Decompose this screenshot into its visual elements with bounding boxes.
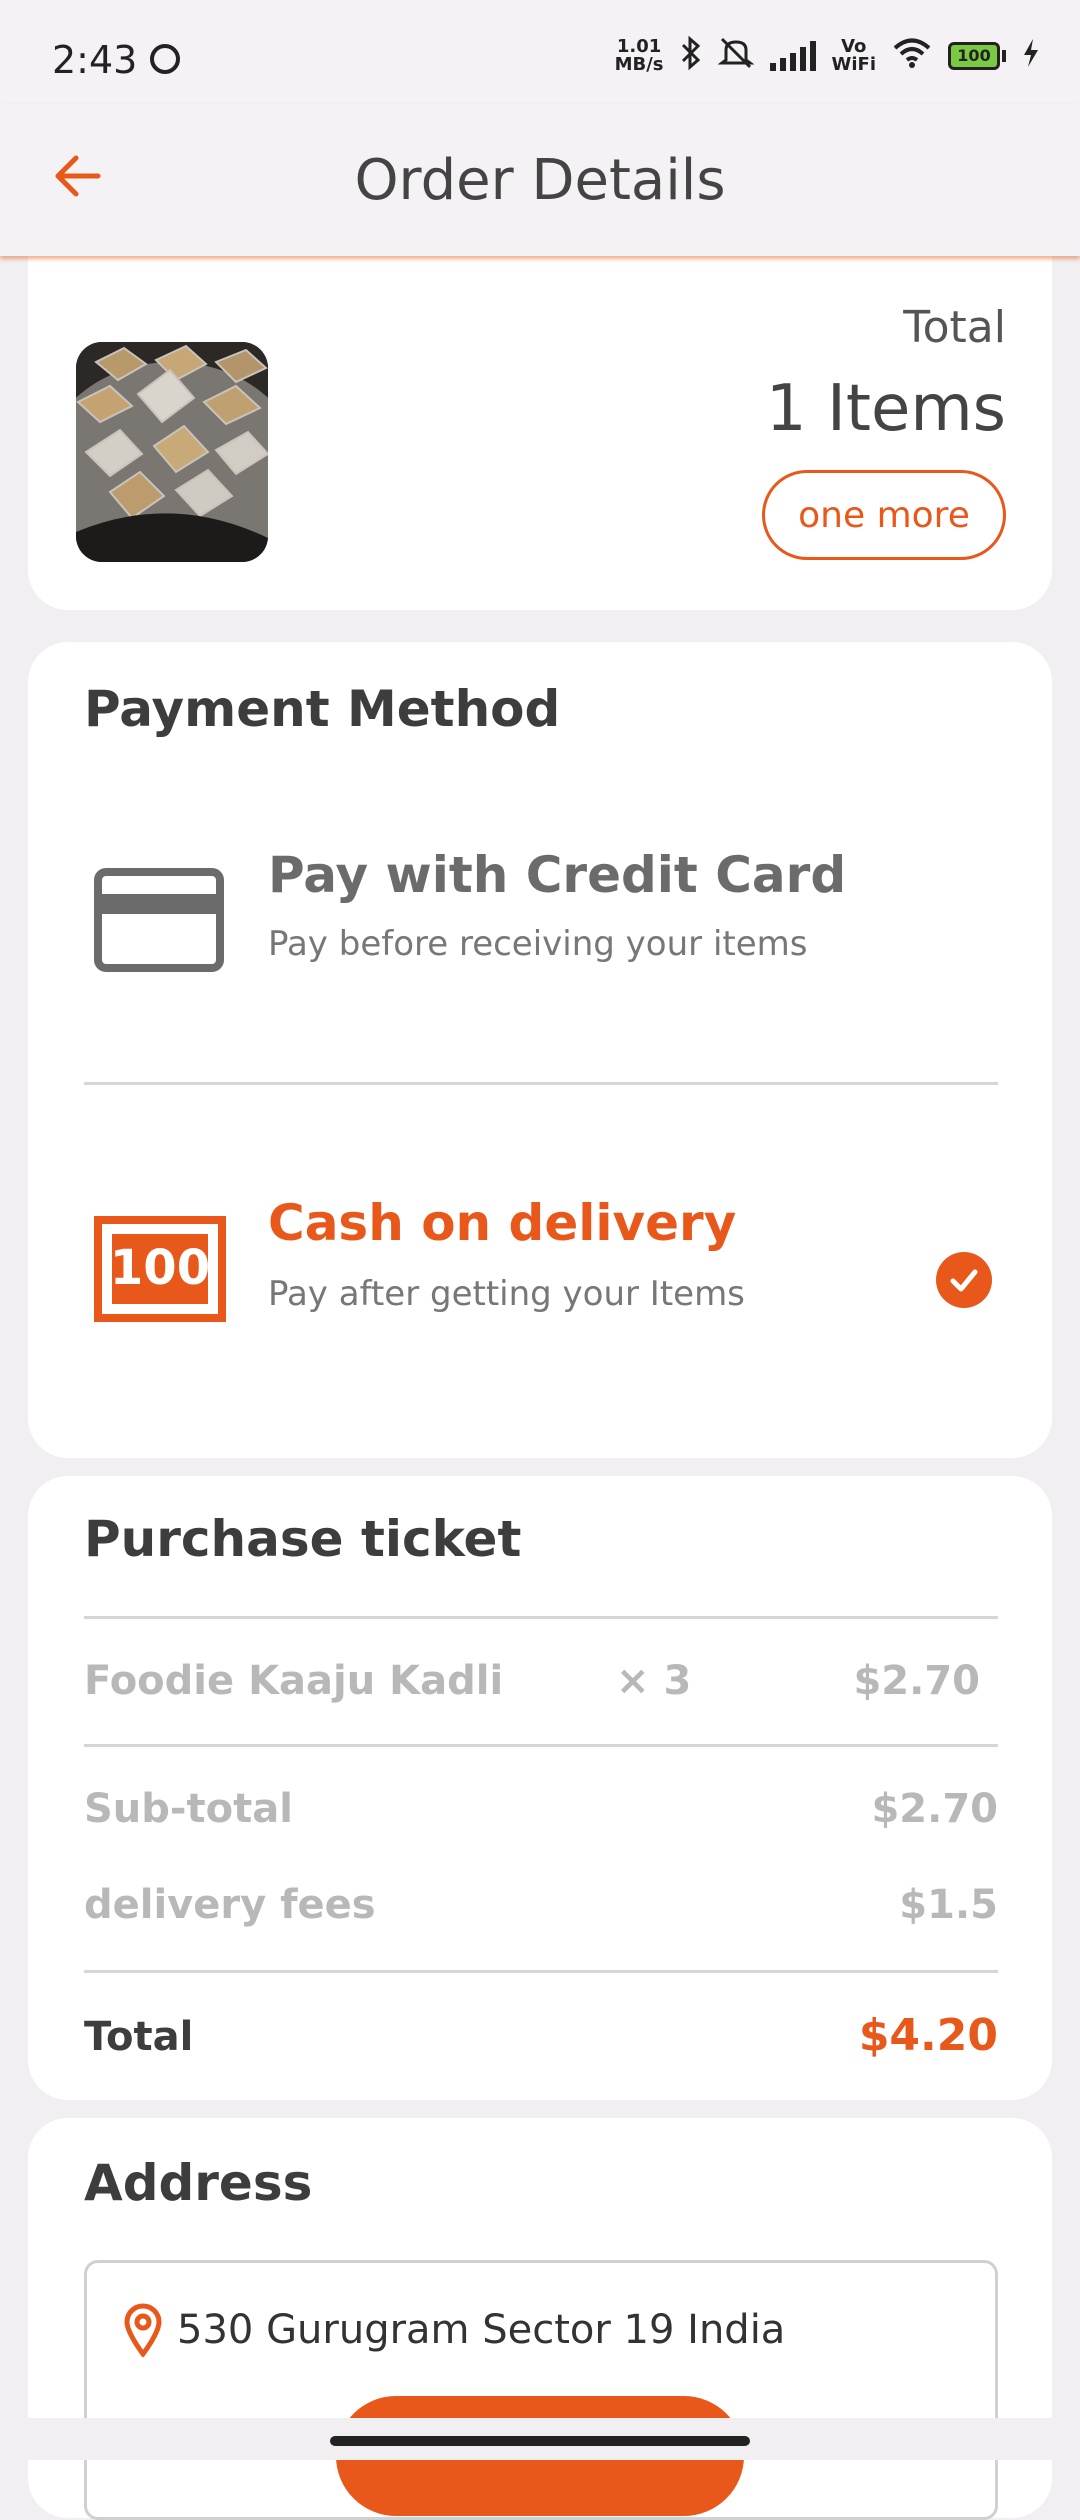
subtotal-value: $2.70 (871, 1786, 998, 1832)
signal-icon (769, 41, 816, 71)
payment-option-subtitle: Pay before receiving your items (268, 924, 808, 964)
battery-level: 100 (948, 42, 1000, 70)
location-pin-icon (123, 2303, 163, 2359)
divider (84, 1616, 998, 1619)
status-time: 2:43 (52, 38, 138, 82)
product-image (76, 342, 268, 562)
ticket-item-qty: × 3 (616, 1658, 692, 1704)
wifi-icon (892, 37, 932, 75)
delivery-fees-value: $1.5 (899, 1882, 998, 1928)
payment-option-cash[interactable]: 100 Cash on delivery Pay after getting y… (28, 1152, 1052, 1352)
ticket-item-name: Foodie Kaaju Kadli (84, 1658, 504, 1704)
items-count: 1 Items (765, 372, 1006, 446)
page-title: Order Details (354, 148, 726, 213)
home-gesture-bar[interactable] (330, 2436, 750, 2446)
delivery-fees-label: delivery fees (84, 1882, 376, 1928)
charging-icon (1022, 38, 1040, 74)
vowifi-bottom: WiFi (831, 54, 877, 75)
credit-card-icon (94, 868, 224, 976)
one-more-button[interactable]: one more (762, 470, 1006, 560)
total-value: $4.20 (858, 2010, 998, 2061)
divider (84, 1970, 998, 1973)
face-notification-icon (150, 44, 180, 74)
status-icons: 1.01 MB/s Vo WiFi 100 (615, 35, 1040, 76)
net-speed-unit: MB/s (614, 54, 664, 75)
battery-icon: 100 (948, 42, 1006, 70)
payment-method-card: Payment Method Pay with Credit Card Pay … (28, 642, 1052, 1458)
address-title: Address (84, 2154, 313, 2212)
divider (84, 1744, 998, 1747)
vowifi-icon: Vo WiFi (832, 38, 877, 74)
total-label: Total (84, 2014, 194, 2060)
divider (84, 1082, 998, 1085)
check-icon (936, 1252, 992, 1308)
bluetooth-icon (680, 35, 702, 76)
order-summary-card: Total 1 Items one more (28, 240, 1052, 610)
address-line: 530 Gurugram Sector 19 India (177, 2307, 786, 2353)
cash-icon: 100 (94, 1216, 226, 1326)
app-bar: Order Details (0, 104, 1080, 256)
status-bar: 2:43 1.01 MB/s Vo WiFi 100 (0, 0, 1080, 104)
payment-method-title: Payment Method (84, 680, 561, 738)
purchase-ticket-title: Purchase ticket (84, 1510, 522, 1568)
payment-option-title: Cash on delivery (268, 1194, 737, 1252)
payment-option-credit-card[interactable]: Pay with Credit Card Pay before receivin… (28, 802, 1052, 1002)
subtotal-label: Sub-total (84, 1786, 293, 1832)
payment-option-title: Pay with Credit Card (268, 846, 847, 904)
purchase-ticket-card: Purchase ticket Foodie Kaaju Kadli × 3 $… (28, 1476, 1052, 2100)
mute-icon (717, 36, 754, 76)
net-speed: 1.01 MB/s (615, 38, 664, 74)
cash-icon-text: 100 (110, 1240, 210, 1296)
total-label: Total (903, 302, 1006, 353)
ticket-item-price: $2.70 (853, 1658, 980, 1704)
payment-option-subtitle: Pay after getting your Items (268, 1274, 745, 1314)
